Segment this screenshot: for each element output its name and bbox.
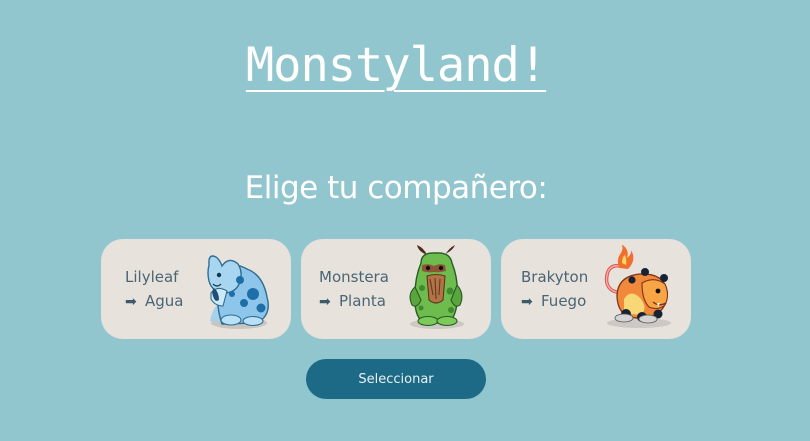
select-button[interactable]: Seleccionar [306,359,486,399]
fire-monster-icon [604,245,671,328]
monster-name: Monstera [319,268,389,286]
card-text: Brakyton ➡ Fuego [521,265,588,314]
monster-card-monstera[interactable]: Monstera ➡ Planta [301,239,491,339]
arrow-right-icon: ➡ [521,294,533,310]
monster-type: ➡ Fuego [521,289,588,314]
water-monster-icon [207,255,269,329]
monster-card-lilyleaf[interactable]: Lilyleaf ➡ Agua [101,239,291,339]
page-title: Monstyland! [245,38,547,93]
monster-type-label: Planta [339,292,386,310]
monster-type-label: Agua [145,292,184,310]
monster-type: ➡ Agua [125,289,183,314]
card-text: Monstera ➡ Planta [319,265,389,314]
arrow-right-icon: ➡ [125,294,137,310]
plant-monster-icon [409,245,464,329]
monster-type: ➡ Planta [319,289,389,314]
page-subtitle: Elige tu compañero: [244,170,548,206]
monster-name: Lilyleaf [125,268,179,286]
arrow-right-icon: ➡ [319,294,331,310]
monster-card-brakyton[interactable]: Brakyton ➡ Fuego [501,239,691,339]
monster-type-label: Fuego [541,292,587,310]
monster-name: Brakyton [521,268,589,286]
card-text: Lilyleaf ➡ Agua [125,265,183,314]
